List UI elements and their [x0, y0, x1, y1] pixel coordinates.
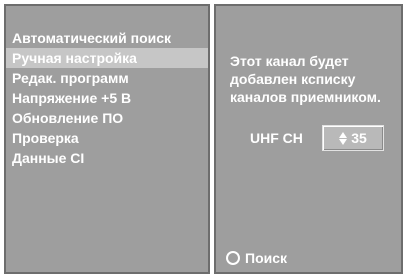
menu-item-software-update[interactable]: Обновление ПО — [6, 108, 208, 128]
circle-button-icon — [226, 251, 240, 265]
menu-panel: Автоматический поиск Ручная настройка Ре… — [4, 4, 210, 274]
menu-item-program-edit[interactable]: Редак. программ — [6, 68, 208, 88]
up-down-stepper-icon[interactable] — [339, 131, 348, 145]
message-line: добавлен ксписку — [230, 71, 356, 87]
search-label: Поиск — [245, 250, 288, 266]
menu-item-check[interactable]: Проверка — [6, 128, 208, 148]
channel-selector: UHF CH 35 — [250, 124, 384, 152]
menu-item-voltage[interactable]: Напряжение +5 В — [6, 88, 208, 108]
info-message: Этот канал будет добавлен ксписку канало… — [230, 52, 381, 106]
search-button[interactable]: Поиск — [226, 250, 287, 266]
menu-item-auto-search[interactable]: Автоматический поиск — [6, 28, 208, 48]
menu-item-manual-tuning[interactable]: Ручная настройка — [6, 48, 208, 68]
channel-stepper[interactable]: 35 — [322, 125, 384, 151]
details-panel: Этот канал будет добавлен ксписку канало… — [214, 4, 403, 274]
menu-item-ci-data[interactable]: Данные CI — [6, 148, 208, 168]
message-line: каналов приемником. — [230, 89, 381, 105]
message-line: Этот канал будет — [230, 53, 349, 69]
menu-list: Автоматический поиск Ручная настройка Ре… — [6, 28, 208, 168]
tv-menu: Автоматический поиск Ручная настройка Ре… — [4, 4, 403, 274]
channel-value: 35 — [351, 130, 367, 146]
channel-label: UHF CH — [250, 130, 303, 146]
